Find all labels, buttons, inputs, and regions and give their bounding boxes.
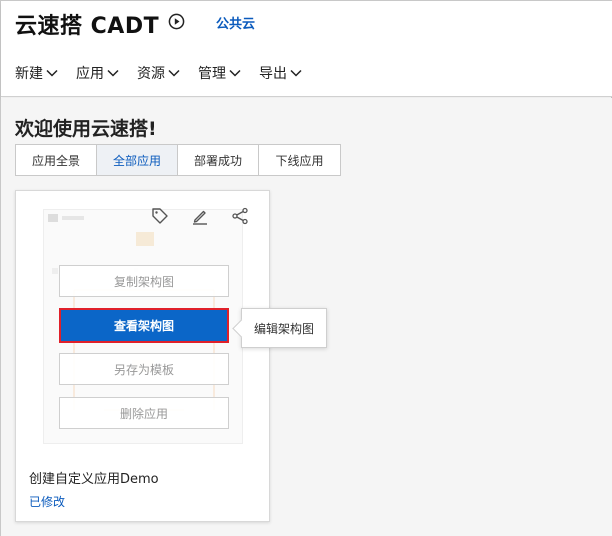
tab-deployed[interactable]: 部署成功 <box>178 145 259 175</box>
nav-item-export[interactable]: 导出 <box>259 63 302 83</box>
app-card-title[interactable]: 创建自定义应用Demo <box>29 468 159 487</box>
edit-icon[interactable] <box>191 207 209 225</box>
tab-all-apps[interactable]: 全部应用 <box>97 145 178 175</box>
card-toolbar <box>151 207 249 225</box>
main-content: 欢迎使用云速搭! 应用全景 全部应用 部署成功 下线应用 复制架构图 查看架构图… <box>1 98 612 536</box>
chevron-down-icon <box>107 69 119 77</box>
nav-item-label: 新建 <box>15 66 43 82</box>
edit-architecture-tooltip: 编辑架构图 <box>241 308 327 348</box>
chevron-down-icon <box>168 69 180 77</box>
chevron-down-icon <box>229 69 241 77</box>
tab-app-overview[interactable]: 应用全景 <box>16 145 97 175</box>
nav-item-label: 资源 <box>137 66 165 82</box>
delete-app-button[interactable]: 删除应用 <box>59 397 229 429</box>
tab-offline[interactable]: 下线应用 <box>259 145 340 175</box>
chevron-down-icon <box>46 69 58 77</box>
share-icon[interactable] <box>231 207 249 225</box>
app-status-label: 已修改 <box>29 495 66 509</box>
brand-title: 云速搭 CADT <box>15 14 160 39</box>
save-as-template-button[interactable]: 另存为模板 <box>59 353 229 385</box>
top-header: 云速搭 CADT 公共云 新建 应用 资源 管理 导出 <box>1 1 612 97</box>
play-circle-icon[interactable] <box>168 13 185 30</box>
app-window: 云速搭 CADT 公共云 新建 应用 资源 管理 导出 欢迎使用云速搭! 应用全… <box>0 0 612 536</box>
view-architecture-button[interactable]: 查看架构图 <box>59 308 229 343</box>
public-cloud-link[interactable]: 公共云 <box>216 13 255 32</box>
tag-icon[interactable] <box>151 207 169 225</box>
copy-architecture-button[interactable]: 复制架构图 <box>59 265 229 297</box>
nav-item-label: 应用 <box>76 66 104 82</box>
main-nav: 新建 应用 资源 管理 导出 <box>15 63 320 83</box>
app-card[interactable]: 复制架构图 查看架构图 另存为模板 删除应用 创建自定义应用Demo 已修改 <box>15 190 270 522</box>
page-title: 欢迎使用云速搭! <box>15 118 157 140</box>
app-filter-tabs: 应用全景 全部应用 部署成功 下线应用 <box>15 144 341 176</box>
nav-item-label: 导出 <box>259 66 287 82</box>
nav-item-resources[interactable]: 资源 <box>137 63 180 83</box>
nav-item-label: 管理 <box>198 66 226 82</box>
chevron-down-icon <box>290 69 302 77</box>
nav-item-manage[interactable]: 管理 <box>198 63 241 83</box>
nav-item-new[interactable]: 新建 <box>15 63 58 83</box>
nav-item-apps[interactable]: 应用 <box>76 63 119 83</box>
